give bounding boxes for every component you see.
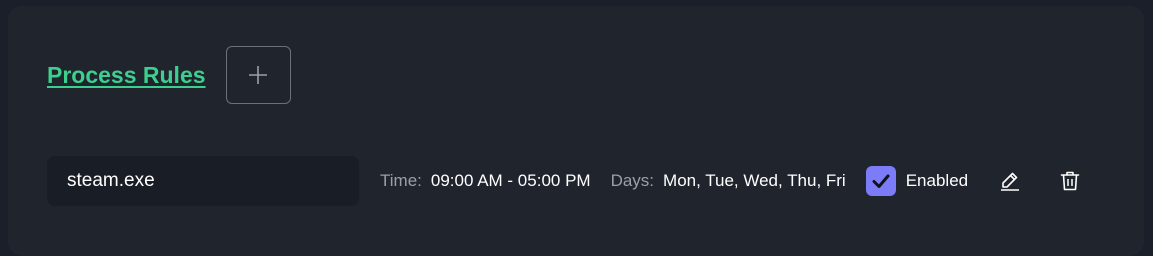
days-label: Days: — [610, 171, 655, 190]
trash-icon — [1060, 171, 1080, 191]
rule-days: Days: Mon, Tue, Wed, Thu, Fri — [611, 171, 846, 191]
rule-time: Time: 09:00 AM - 05:00 PM — [380, 171, 591, 191]
edit-rule-button[interactable] — [999, 170, 1021, 192]
page-title[interactable]: Process Rules — [47, 62, 206, 89]
delete-rule-button[interactable] — [1059, 170, 1081, 192]
process-rules-panel: Process Rules steam.exe Time: 09:00 AM -… — [8, 6, 1144, 256]
time-label: Time: — [380, 171, 422, 190]
check-icon — [872, 174, 890, 188]
enabled-toggle[interactable]: Enabled — [865, 166, 969, 196]
pencil-icon — [1001, 172, 1020, 191]
days-value: Mon, Tue, Wed, Thu, Fri — [663, 171, 846, 190]
add-rule-button[interactable] — [225, 46, 291, 104]
rule-row: steam.exe Time: 09:00 AM - 05:00 PM Days… — [47, 156, 1137, 206]
time-value: 09:00 AM - 05:00 PM — [430, 171, 591, 190]
enabled-checkbox[interactable] — [865, 166, 896, 196]
enabled-label: Enabled — [905, 171, 969, 190]
process-name: steam.exe — [47, 156, 359, 206]
panel-header: Process Rules — [47, 46, 291, 104]
plus-icon — [249, 66, 268, 84]
